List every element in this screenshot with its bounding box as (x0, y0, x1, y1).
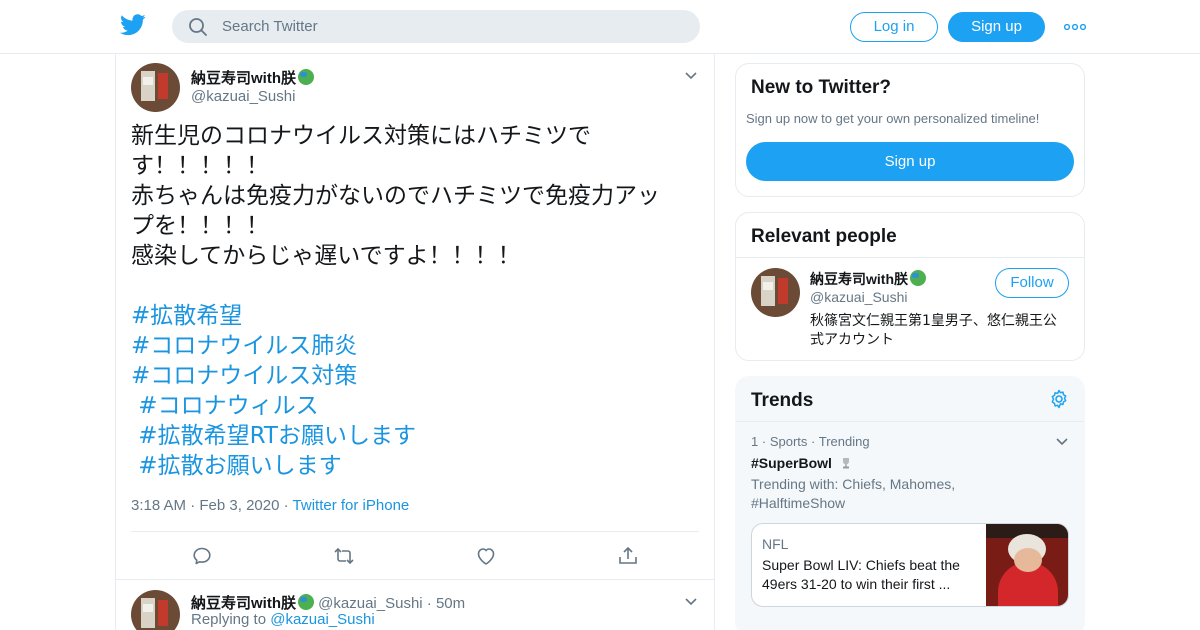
news-thumbnail (986, 524, 1068, 606)
tweet-text-line: す！！！！！ (131, 153, 269, 179)
card-title: New to Twitter? (751, 77, 892, 98)
search-icon (189, 18, 207, 36)
gear-icon[interactable] (1049, 389, 1069, 409)
news-source: NFL (762, 536, 789, 552)
tweet-text-line: プを！！！！ (131, 213, 269, 239)
author-handle[interactable]: @kazuai_Sushi (191, 88, 295, 105)
divider (736, 257, 1084, 258)
meta-separator: · (426, 595, 436, 612)
divider (131, 531, 699, 532)
retweet-icon[interactable] (332, 544, 356, 568)
new-to-twitter-card: New to Twitter? Sign up now to get your … (735, 63, 1085, 197)
trending-with: Trending with: Chiefs, Mahomes, #Halftim… (751, 476, 956, 511)
globe-emoji-icon (298, 69, 314, 85)
more-options-icon[interactable] (1064, 24, 1086, 30)
divider (736, 421, 1084, 422)
hashtag-link[interactable]: #コロナウィルス (131, 391, 701, 421)
trophy-icon (842, 458, 849, 469)
avatar[interactable] (131, 590, 180, 630)
login-button[interactable]: Log in (850, 12, 938, 42)
tweet-text-blank (131, 271, 701, 301)
reply-age[interactable]: 50m (436, 595, 465, 612)
replying-to: Replying to @kazuai_Sushi (191, 611, 375, 628)
chevron-down-icon[interactable] (685, 72, 697, 80)
tweet-text-line: 感染してからじゃ遅いですよ！！！！ (131, 243, 521, 269)
globe-emoji-icon (910, 270, 926, 286)
avatar[interactable] (131, 63, 180, 112)
meta-separator: · (190, 497, 200, 514)
sidebar-signup-button[interactable]: Sign up (746, 142, 1074, 181)
relevant-person-bio: 秋篠宮文仁親王第1皇男子、悠仁親王公式アカウント (810, 313, 1057, 348)
card-title: Relevant people (751, 226, 897, 247)
tweet-text-line: 新生児のコロナウイルス対策にはハチミツで (131, 123, 591, 149)
hashtag-link[interactable]: #拡散お願いします (131, 451, 701, 481)
tweet-date[interactable]: Feb 3, 2020 (199, 497, 279, 514)
relevant-person-handle[interactable]: @kazuai_Sushi (810, 289, 908, 305)
news-headline: Super Bowl LIV: Chiefs beat the 49ers 31… (762, 557, 960, 592)
tweet-column: 納豆寿司with朕 @kazuai_Sushi 新生児のコロナウイルス対策にはハ… (115, 54, 715, 630)
meta-separator: · (283, 497, 293, 514)
follow-button[interactable]: Follow (995, 268, 1069, 298)
card-subtitle: Sign up now to get your own personalized… (746, 111, 1040, 126)
replying-to-handle-link[interactable]: @kazuai_Sushi (270, 611, 374, 628)
tweet-time[interactable]: 3:18 AM (131, 497, 186, 514)
reply-author[interactable]: 納豆寿司with朕 @kazuai_Sushi · 50m (191, 592, 465, 613)
reply-icon[interactable] (190, 544, 214, 568)
top-header: Log in Sign up (0, 0, 1200, 54)
hashtag-link[interactable]: #拡散希望 (131, 301, 701, 331)
hashtag-link[interactable]: #拡散希望RTお願いします (131, 421, 701, 451)
trends-card: Trends 1 · Sports · Trending #SuperBowl … (735, 376, 1085, 630)
trend-name-link[interactable]: #SuperBowl (751, 455, 853, 471)
signup-button[interactable]: Sign up (948, 12, 1045, 42)
search-input[interactable] (172, 10, 700, 43)
tweet-separator (116, 579, 714, 580)
hashtag-link[interactable]: #コロナウイルス対策 (131, 361, 701, 391)
news-card[interactable]: NFL Super Bowl LIV: Chiefs beat the 49er… (751, 523, 1069, 607)
avatar[interactable] (751, 268, 800, 317)
chevron-down-icon[interactable] (685, 598, 697, 606)
hashtag-link[interactable]: #コロナウイルス肺炎 (131, 331, 701, 361)
globe-emoji-icon (298, 594, 314, 610)
tweet-meta: 3:18 AM · Feb 3, 2020 · Twitter for iPho… (131, 497, 409, 514)
author-name[interactable]: 納豆寿司with朕 (191, 67, 314, 88)
share-icon[interactable] (616, 544, 640, 568)
chevron-down-icon[interactable] (1056, 438, 1068, 446)
tweet-source-link[interactable]: Twitter for iPhone (293, 497, 410, 514)
like-icon[interactable] (474, 544, 498, 568)
card-title: Trends (751, 390, 814, 411)
relevant-people-card: Relevant people 納豆寿司with朕 @kazuai_Sushi … (735, 212, 1085, 361)
trend-meta: 1 · Sports · Trending (751, 434, 870, 449)
relevant-person-name[interactable]: 納豆寿司with朕 (810, 269, 926, 289)
reply-author-handle[interactable]: @kazuai_Sushi (318, 595, 422, 612)
twitter-logo-icon[interactable] (120, 14, 146, 36)
tweet-text: 新生児のコロナウイルス対策にはハチミツで す！！！！！ 赤ちゃんは免疫力がないの… (131, 121, 701, 481)
tweet-text-line: 赤ちゃんは免疫力がないのでハチミツで免疫力アッ (131, 183, 660, 209)
